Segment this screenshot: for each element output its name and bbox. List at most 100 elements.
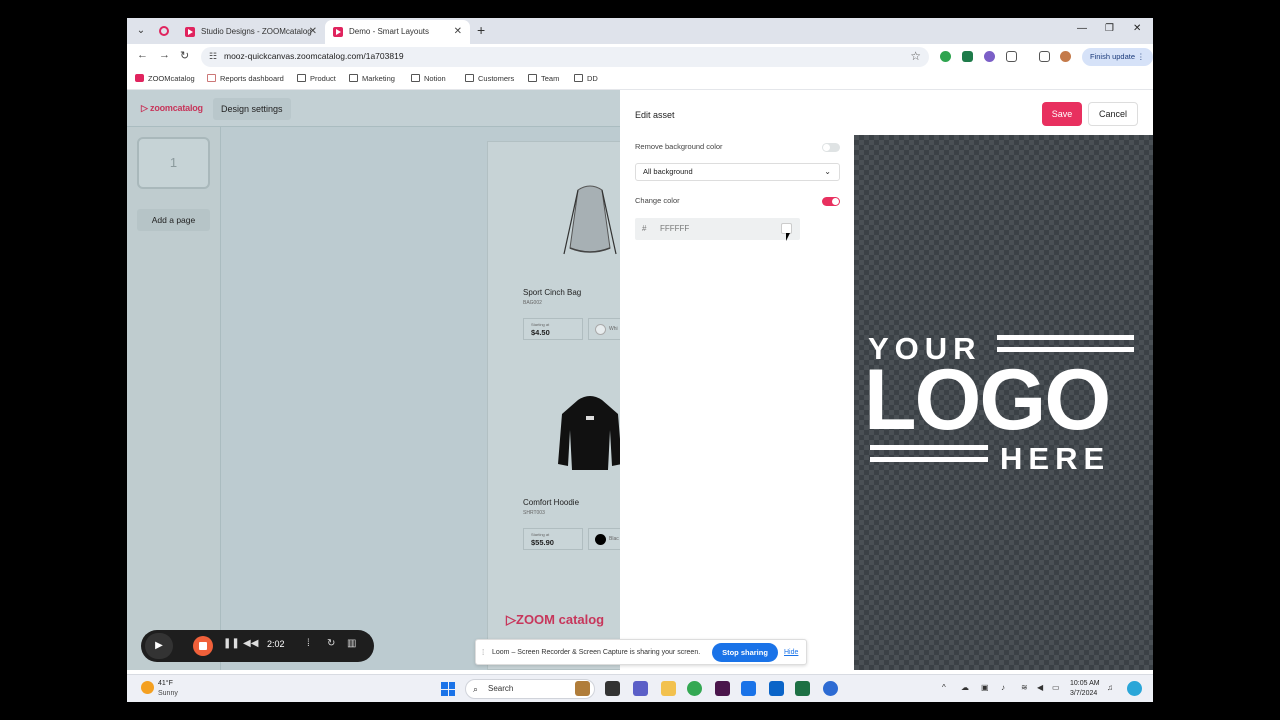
tray-chevron-icon[interactable]: ^ bbox=[942, 683, 946, 692]
bookmark-customers[interactable]: Customers bbox=[465, 74, 514, 83]
windows-taskbar: 41°F Sunny ⌕ Search ^ ☁ ▣ ♪ ≋ ◀ ▭ 10:05 A… bbox=[127, 674, 1153, 702]
logo-text-here: HERE bbox=[1000, 441, 1111, 476]
bookmark-notion[interactable]: Notion bbox=[411, 74, 446, 83]
weather-condition: Sunny bbox=[158, 690, 178, 697]
forward-icon[interactable]: → bbox=[159, 49, 170, 61]
trash-icon[interactable]: ▥ bbox=[347, 638, 356, 649]
reload-icon[interactable]: ↻ bbox=[180, 49, 189, 62]
search-icon: ⌕ bbox=[473, 684, 479, 694]
bookmark-label: Marketing bbox=[362, 74, 395, 83]
product-sku: BAG002 bbox=[523, 300, 542, 306]
taskbar-app-icon[interactable] bbox=[575, 681, 590, 696]
onedrive-icon[interactable]: ☁ bbox=[961, 683, 969, 692]
bookmark-marketing[interactable]: Marketing bbox=[349, 74, 395, 83]
tray-app-icon[interactable]: ▣ bbox=[981, 683, 989, 692]
notification-bell-icon[interactable]: ♫ bbox=[1107, 683, 1113, 692]
tab-strip: ⌄ Studio Designs - ZOOMcatalog ✕ Demo - … bbox=[127, 18, 1153, 44]
extension-p-icon[interactable] bbox=[962, 51, 973, 62]
select-value: All background bbox=[643, 167, 693, 176]
hide-link[interactable]: Hide bbox=[784, 649, 798, 656]
bookmark-zoomcatalog[interactable]: ZOOMcatalog bbox=[135, 74, 195, 83]
tab-label: Demo - Smart Layouts bbox=[349, 27, 430, 36]
site-info-icon[interactable]: ☷ bbox=[209, 51, 217, 62]
background-scope-select[interactable]: All background ⌄ bbox=[635, 163, 840, 181]
outlook-icon[interactable] bbox=[769, 681, 784, 696]
footer-zoomcatalog-logo: ▷ZOOM catalog bbox=[506, 612, 605, 627]
search-label: Search bbox=[488, 684, 514, 693]
tab-studio-designs[interactable]: Studio Designs - ZOOMcatalog ✕ bbox=[177, 20, 325, 44]
bookmark-dd[interactable]: DD bbox=[574, 74, 598, 83]
product-name: Comfort Hoodie bbox=[523, 498, 580, 507]
address-bar[interactable]: ☷ mooz-quickcanvas.zoomcatalog.com/1a703… bbox=[201, 47, 929, 67]
weather-sun-icon[interactable] bbox=[141, 681, 154, 694]
bookmarks-bar: ZOOMcatalog Reports dashboard Product Ma… bbox=[127, 70, 1153, 90]
restore-icon[interactable]: ❐ bbox=[1105, 23, 1114, 34]
cancel-button[interactable]: Cancel bbox=[1088, 102, 1138, 126]
design-settings-button[interactable]: Design settings bbox=[213, 98, 291, 120]
app-area: ▷ zoomcatalog Design settings 1 Add a pa… bbox=[127, 90, 1153, 670]
volume-icon[interactable]: ◀ bbox=[1037, 683, 1043, 692]
chrome-icon[interactable] bbox=[687, 681, 702, 696]
folder-icon bbox=[574, 74, 583, 82]
back-icon[interactable]: ← bbox=[137, 49, 148, 61]
bookmark-reports-dashboard[interactable]: Reports dashboard bbox=[207, 74, 284, 83]
close-window-icon[interactable]: ✕ bbox=[1133, 23, 1141, 34]
teams-icon[interactable] bbox=[633, 681, 648, 696]
color-name: Whi bbox=[609, 326, 618, 332]
save-button[interactable]: Save bbox=[1042, 102, 1082, 126]
zoomcatalog-logo: ▷ zoomcatalog bbox=[141, 103, 203, 113]
battery-icon[interactable]: ▭ bbox=[1052, 683, 1060, 692]
restart-icon[interactable]: ↻ bbox=[327, 638, 335, 649]
catalog-page-canvas: Sport Cinch Bag BAG002 Starting at $4.50… bbox=[487, 141, 637, 670]
bookmark-team[interactable]: Team bbox=[528, 74, 559, 83]
rewind-icon[interactable]: ◀◀ bbox=[243, 638, 258, 649]
hex-placeholder: FFFFFF bbox=[660, 224, 690, 233]
price-label: Starting at bbox=[531, 322, 550, 327]
taskbar-app-icon[interactable] bbox=[741, 681, 756, 696]
folder-icon bbox=[297, 74, 306, 82]
drag-handle-icon[interactable]: ⁞ bbox=[482, 648, 484, 657]
new-tab-icon[interactable]: + bbox=[477, 22, 485, 38]
logo-bar bbox=[870, 445, 988, 450]
color-swatch bbox=[595, 534, 606, 545]
profile-avatar[interactable] bbox=[1060, 51, 1071, 62]
excel-icon[interactable] bbox=[795, 681, 810, 696]
bookmark-label: Reports dashboard bbox=[220, 74, 284, 83]
color-swatch bbox=[595, 324, 606, 335]
zoom-icon[interactable] bbox=[823, 681, 838, 696]
extension-loom-icon[interactable] bbox=[984, 51, 995, 62]
microphone-icon[interactable]: ♪ bbox=[1001, 683, 1005, 692]
close-tab-icon[interactable]: ✕ bbox=[454, 20, 462, 44]
close-tab-icon[interactable]: ✕ bbox=[309, 20, 317, 44]
screen: ⌄ Studio Designs - ZOOMcatalog ✕ Demo - … bbox=[127, 18, 1153, 702]
change-color-toggle[interactable] bbox=[822, 197, 840, 206]
extension-grammarly-icon[interactable] bbox=[940, 51, 951, 62]
bookmark-star-icon[interactable]: ☆ bbox=[910, 49, 921, 63]
hex-color-field[interactable]: # FFFFFF bbox=[635, 218, 800, 240]
dimmed-editor: ▷ zoomcatalog Design settings 1 Add a pa… bbox=[127, 90, 637, 670]
task-view-icon[interactable] bbox=[605, 681, 620, 696]
copilot-icon[interactable] bbox=[1127, 681, 1142, 696]
wifi-icon[interactable]: ≋ bbox=[1021, 683, 1028, 692]
grid-icon[interactable]: ⁞ bbox=[307, 638, 310, 649]
folder-icon bbox=[528, 74, 537, 82]
stop-sharing-button[interactable]: Stop sharing bbox=[712, 643, 778, 662]
logo-bar bbox=[870, 457, 988, 462]
minimize-icon[interactable]: — bbox=[1077, 23, 1087, 34]
remove-bg-toggle[interactable] bbox=[822, 143, 840, 152]
pause-icon[interactable]: ❚❚ bbox=[223, 638, 240, 649]
file-explorer-icon[interactable] bbox=[661, 681, 676, 696]
windows-start-icon[interactable] bbox=[441, 682, 455, 696]
tab-search-dropdown-icon[interactable]: ⌄ bbox=[133, 23, 149, 39]
slack-icon[interactable] bbox=[715, 681, 730, 696]
page-thumbnail[interactable]: 1 bbox=[137, 137, 210, 189]
finish-update-button[interactable]: Finish update ⋮ bbox=[1082, 48, 1153, 66]
stop-recording-button[interactable] bbox=[193, 636, 213, 656]
side-panel-icon[interactable] bbox=[1039, 51, 1050, 62]
camera-icon[interactable]: ▶ bbox=[145, 633, 173, 659]
tab-demo-smart-layouts[interactable]: Demo - Smart Layouts ✕ bbox=[325, 20, 470, 44]
add-page-button[interactable]: Add a page bbox=[137, 209, 210, 231]
extensions-puzzle-icon[interactable] bbox=[1006, 51, 1017, 62]
clock-time: 10:05 AM bbox=[1070, 680, 1100, 687]
bookmark-product[interactable]: Product bbox=[297, 74, 336, 83]
